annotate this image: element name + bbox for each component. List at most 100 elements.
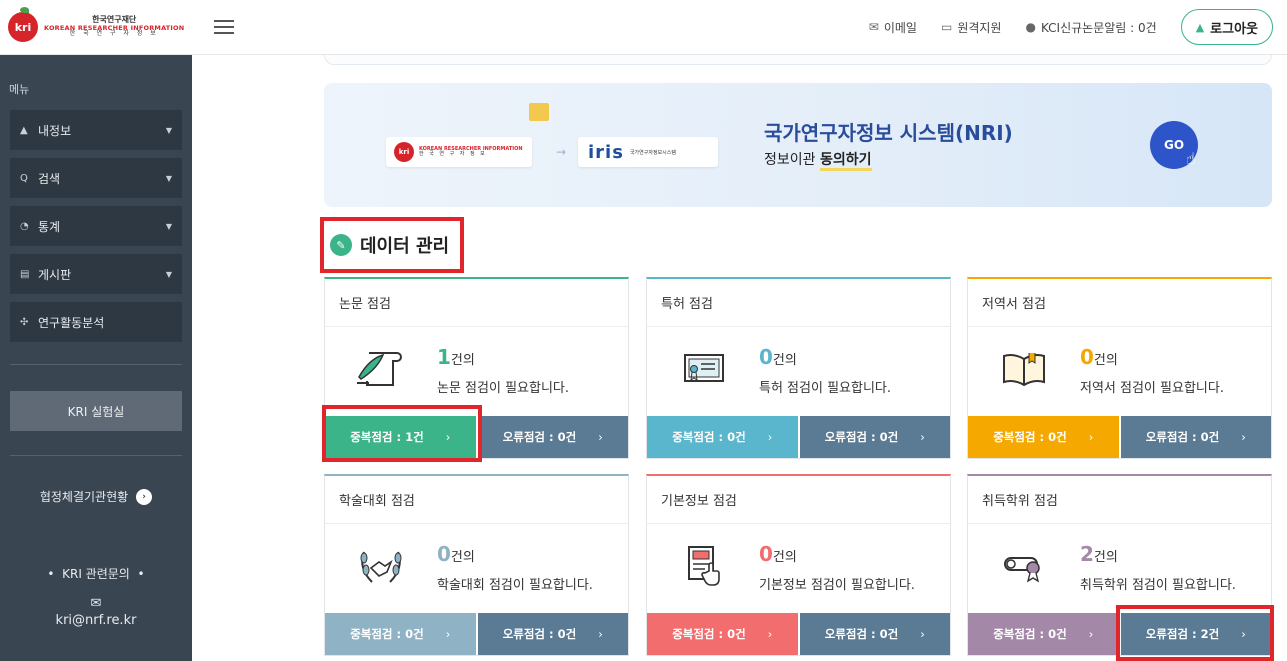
bullet-icon: • [47, 567, 55, 581]
card-title: 논문 점검 [325, 279, 628, 327]
card-paper-check: 논문 점검 1건의 논문 점검이 필요합니다. 중복점검 : 1건 › 오류점검 … [324, 277, 629, 459]
sidebar-divider [10, 455, 182, 456]
certificate-icon [677, 345, 729, 393]
kri-mini-logo: kri [394, 142, 414, 162]
duplicate-check-button[interactable]: 중복점검 : 0건 › [647, 416, 798, 458]
error-check-button[interactable]: 오류점검 : 0건 › [477, 416, 628, 458]
sidebar-item-my-info[interactable]: ▲ 내정보 ▼ [10, 110, 182, 150]
chevron-right-icon: › [767, 430, 773, 444]
card-book-check: 저역서 점검 0건의 저역서 점검이 필요합니다. 중복점검 : 0건 › 오류점… [967, 277, 1272, 459]
sidebar-item-label: 내정보 [38, 123, 72, 138]
sidebar-title: 메뉴 [9, 83, 30, 96]
card-basic-info-check: 기본정보 점검 0건의 기본정보 점검이 필요합니다. 중복점검 : 0건 › 오… [646, 474, 951, 656]
chevron-right-icon: › [1241, 627, 1246, 641]
kri-lab-button[interactable]: KRI 실험실 [10, 391, 182, 431]
count-number: 0 [1080, 345, 1094, 369]
duplicate-check-label: 중복점검 : 0건 [350, 627, 424, 641]
sidebar-item-stats[interactable]: ◔ 통계 ▼ [10, 206, 182, 246]
duplicate-check-label: 중복점검 : 0건 [993, 627, 1067, 641]
banner-title: 국가연구자정보 시스템(NRI) [764, 121, 1013, 145]
chevron-right-icon: › [445, 430, 451, 444]
error-check-button[interactable]: 오류점검 : 0건 › [799, 613, 950, 655]
section-title-text: 데이터 관리 [360, 236, 450, 257]
mail-icon: ✉ [90, 596, 102, 611]
folder-icon [529, 103, 549, 121]
error-check-button[interactable]: 오류점검 : 0건 › [1120, 416, 1271, 458]
chevron-right-icon: › [1088, 627, 1094, 641]
chevron-right-icon: › [598, 430, 603, 444]
previous-banner-strip [324, 55, 1272, 65]
card-degree-check: 취득학위 점검 2건의 취득학위 점검이 필요합니다. 중복점검 : 0건 › 오… [967, 474, 1272, 656]
top-links: ✉ 이메일 ▭ 원격지원 ● KCI신규논문알림 : 0건 ▲ 로그아웃 [845, 9, 1273, 45]
kci-alert-link[interactable]: ● KCI신규논문알림 : 0건 [1025, 19, 1156, 36]
card-title: 특허 점검 [647, 279, 950, 327]
card-title: 저역서 점검 [968, 279, 1271, 327]
sidebar-item-analysis[interactable]: ✣ 연구활동분석 [10, 302, 182, 342]
logo-org-kr2: 한 국 연 구 자 정 보 [69, 30, 159, 38]
user-icon: ▲ [1195, 20, 1205, 34]
duplicate-check-label: 중복점검 : 0건 [672, 627, 746, 641]
error-check-label: 오류점검 : 0건 [824, 430, 899, 444]
count-number: 0 [437, 542, 451, 566]
error-check-button[interactable]: 오류점검 : 0건 › [799, 416, 950, 458]
email-link-label: 이메일 [883, 20, 917, 35]
card-message: 학술대회 점검이 필요합니다. [437, 578, 593, 593]
kri-logo-text: 한국연구재단 KOREAN RESEARCHER INFORMATION 한 국… [44, 15, 184, 38]
logout-button[interactable]: ▲ 로그아웃 [1180, 9, 1273, 45]
sidebar-item-search[interactable]: Q 검색 ▼ [10, 158, 182, 198]
analysis-icon: ✣ [20, 316, 29, 328]
hamburger-menu-icon[interactable] [214, 20, 235, 34]
duplicate-check-button[interactable]: 중복점검 : 0건 › [968, 416, 1119, 458]
caret-down-icon: ▼ [165, 125, 172, 135]
card-message: 특허 점검이 필요합니다. [759, 381, 891, 396]
sidebar-item-label: 게시판 [38, 267, 72, 282]
nri-banner[interactable]: kri KOREAN RESEARCHER INFORMATION 한 국 연 … [324, 83, 1272, 207]
top-bar: kri 한국연구재단 KOREAN RESEARCHER INFORMATION… [0, 0, 1287, 55]
iris-logo: iris [588, 141, 624, 163]
duplicate-check-label: 중복점검 : 0건 [672, 430, 746, 444]
diploma-icon [998, 542, 1050, 590]
chevron-right-icon: › [598, 627, 603, 641]
card-title: 학술대회 점검 [325, 476, 628, 524]
caret-down-icon: ▼ [165, 269, 172, 279]
duplicate-check-button[interactable]: 중복점검 : 1건 › [325, 416, 476, 458]
error-check-label: 오류점검 : 0건 [824, 627, 899, 641]
contact-email[interactable]: kri@nrf.re.kr [0, 613, 192, 628]
document-pointer-icon [677, 542, 729, 590]
card-count: 2건의 [1080, 542, 1118, 566]
kri-logo[interactable]: kri 한국연구재단 KOREAN RESEARCHER INFORMATION… [8, 7, 184, 42]
duplicate-check-label: 중복점검 : 1건 [350, 430, 424, 444]
error-check-button[interactable]: 오류점검 : 2건 › [1120, 613, 1271, 655]
card-title: 취득학위 점검 [968, 476, 1271, 524]
error-check-button[interactable]: 오류점검 : 0건 › [477, 613, 628, 655]
duplicate-check-button[interactable]: 중복점검 : 0건 › [968, 613, 1119, 655]
chevron-right-icon: › [920, 627, 925, 641]
search-icon: Q [20, 172, 28, 184]
card-conference-check: 학술대회 점검 0건의 학술대회 점검이 필요합니다. 중복점검 : 0건 › 오… [324, 474, 629, 656]
duplicate-check-button[interactable]: 중복점검 : 0건 › [325, 613, 476, 655]
duplicate-check-button[interactable]: 중복점검 : 0건 › [647, 613, 798, 655]
email-link[interactable]: ✉ 이메일 [869, 19, 917, 36]
card-message: 기본정보 점검이 필요합니다. [759, 578, 915, 593]
sidebar: 메뉴 ▲ 내정보 ▼ Q 검색 ▼ ◔ 통계 ▼ ▤ 게시판 ▼ ✣ 연구활동분… [0, 55, 192, 661]
card-message: 취득학위 점검이 필요합니다. [1080, 578, 1236, 593]
mail-icon: ✉ [868, 20, 879, 34]
count-unit: 건의 [772, 353, 797, 368]
bell-icon: ● [1025, 20, 1036, 34]
data-management-title: ✎ 데이터 관리 [320, 217, 464, 273]
arrow-right-circle-icon: › [136, 488, 153, 505]
remote-support-label: 원격지원 [957, 20, 1002, 35]
remote-support-link[interactable]: ▭ 원격지원 [941, 19, 1002, 36]
partner-institutions-link[interactable]: 협정체결기관현황 › [0, 488, 192, 505]
iris-logo-box: iris 국가연구자정보시스템 [578, 137, 718, 167]
chevron-right-icon: › [1088, 430, 1094, 444]
sidebar-item-board[interactable]: ▤ 게시판 ▼ [10, 254, 182, 294]
chevron-right-icon: › [920, 430, 925, 444]
hand-pointer-icon: ☝ [1186, 149, 1196, 168]
error-check-label: 오류점검 : 0건 [502, 430, 577, 444]
card-title: 기본정보 점검 [647, 476, 950, 524]
banner-subtitle-prefix: 정보이관 [764, 152, 820, 168]
card-message: 저역서 점검이 필요합니다. [1080, 381, 1224, 396]
laurel-handshake-icon [355, 542, 407, 590]
arrow-right-icon: → [556, 145, 567, 159]
